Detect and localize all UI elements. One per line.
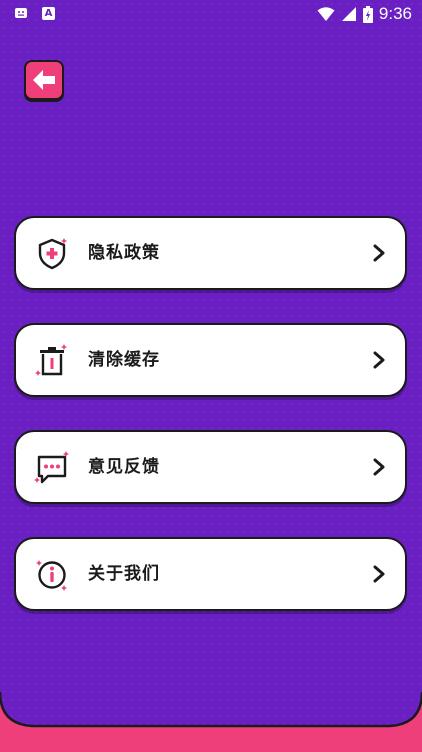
menu-item-label: 清除缓存	[88, 350, 160, 370]
a-badge-icon: A	[42, 6, 55, 20]
status-time: 9:36	[378, 4, 412, 23]
battery-icon	[362, 5, 373, 23]
menu-item-privacy-policy[interactable]: 隐私政策	[14, 216, 407, 290]
info-icon	[36, 560, 67, 591]
status-right-icons: 9:36	[317, 4, 412, 24]
menu-item-label: 关于我们	[88, 564, 160, 584]
wifi-icon	[317, 7, 335, 21]
signal-icon	[341, 7, 356, 21]
status-left-icons: A	[14, 6, 55, 20]
menu-item-about-us[interactable]: 关于我们	[14, 537, 407, 611]
menu-item-label: 意见反馈	[88, 457, 160, 477]
arrow-left-icon	[33, 70, 55, 90]
chat-bubble-icon	[34, 451, 69, 484]
notification-icon	[15, 8, 27, 18]
trash-icon	[35, 344, 67, 376]
shield-icon	[38, 238, 67, 270]
menu-item-feedback[interactable]: 意见反馈	[14, 430, 407, 504]
chevron-right-icon	[373, 244, 385, 262]
chevron-right-icon	[373, 458, 385, 476]
bottom-wave-decoration	[0, 692, 422, 752]
back-button[interactable]	[24, 60, 64, 100]
menu-item-clear-cache[interactable]: 清除缓存	[14, 323, 407, 397]
menu-item-label: 隐私政策	[88, 243, 160, 263]
status-bar: A 9:36	[0, 0, 422, 28]
chevron-right-icon	[373, 565, 385, 583]
chevron-right-icon	[373, 351, 385, 369]
